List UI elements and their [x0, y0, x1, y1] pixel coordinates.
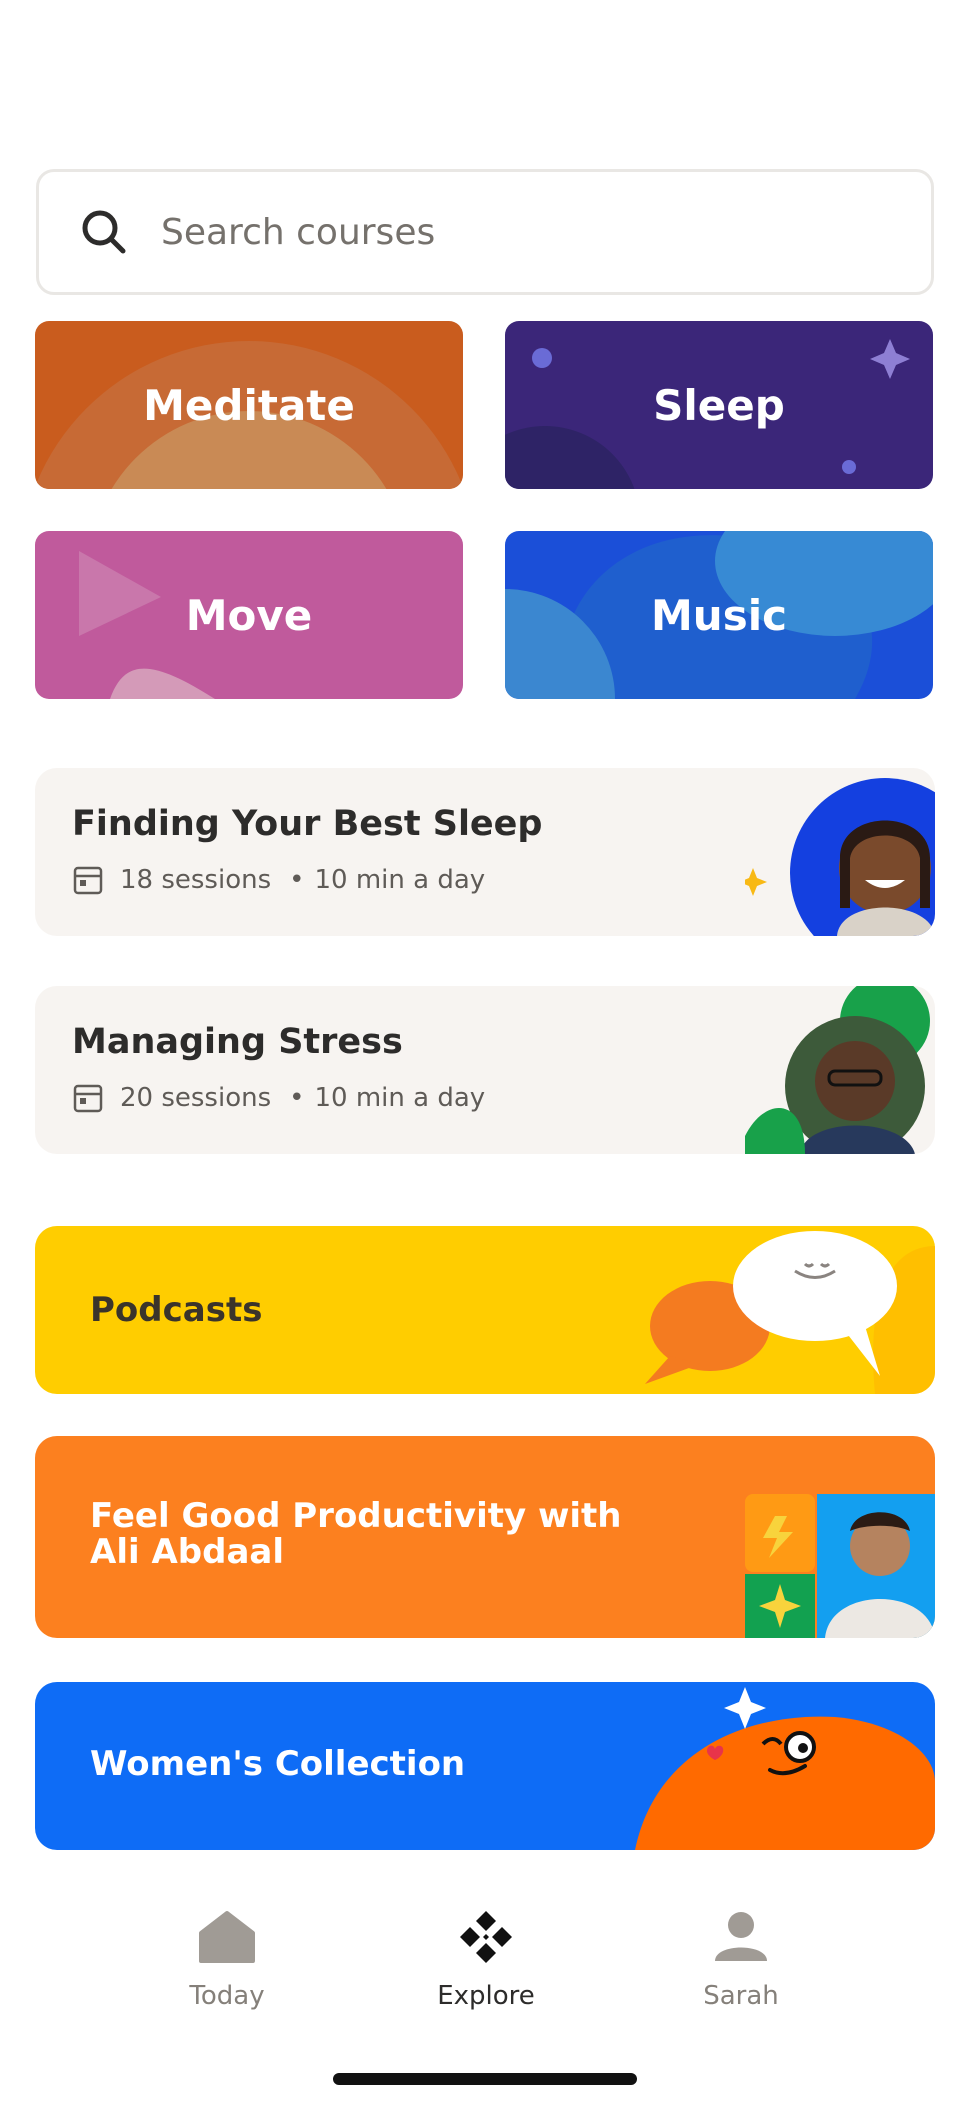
tab-label: Sarah: [703, 1981, 779, 2011]
category-tile-meditate[interactable]: Meditate: [35, 321, 463, 489]
banner-label: Women's Collection: [90, 1744, 466, 1784]
category-tile-move[interactable]: Move: [35, 531, 463, 699]
calendar-icon: [73, 1084, 103, 1113]
search-input[interactable]: [161, 211, 861, 253]
category-label: Sleep: [653, 380, 785, 430]
course-title: Managing Stress: [72, 1022, 403, 1062]
tab-label: Explore: [437, 1981, 535, 2011]
course-sessions: 20 sessions: [120, 1083, 272, 1113]
course-meta: 18 sessions • 10 min a day: [72, 864, 485, 896]
womens-collection-character-art: [635, 1687, 935, 1850]
course-sessions: 18 sessions: [120, 865, 272, 895]
banner-feel-good-productivity[interactable]: Feel Good Productivity with Ali Abdaal: [35, 1436, 935, 1638]
course-duration: 10 min a day: [314, 865, 486, 895]
instructor-portrait: [745, 778, 935, 936]
search-bar[interactable]: [36, 169, 934, 295]
course-card-managing-stress[interactable]: Managing Stress 20 sessions • 10 min a d…: [35, 986, 935, 1154]
calendar-icon: [73, 866, 103, 895]
tab-explore[interactable]: Explore: [386, 1905, 586, 2011]
profile-icon: [715, 1912, 767, 1961]
banner-label: Feel Good Productivity with Ali Abdaal: [90, 1496, 622, 1572]
home-indicator: [333, 2073, 637, 2085]
category-tile-music[interactable]: Music: [505, 531, 933, 699]
course-duration: 10 min a day: [314, 1083, 486, 1113]
home-icon: [199, 1911, 255, 1963]
category-tile-sleep[interactable]: Sleep: [505, 321, 933, 489]
course-title: Finding Your Best Sleep: [72, 804, 543, 844]
instructor-portrait: [745, 986, 930, 1154]
category-label: Meditate: [143, 380, 355, 430]
podcast-bubbles-art: [645, 1231, 935, 1394]
meta-separator: •: [289, 1083, 305, 1113]
category-label: Move: [185, 590, 313, 640]
tab-label: Today: [189, 1981, 265, 2011]
meta-separator: •: [289, 865, 305, 895]
category-label: Music: [651, 590, 787, 640]
course-card-finding-your-best-sleep[interactable]: Finding Your Best Sleep 18 sessions • 10…: [35, 768, 935, 936]
banner-label: Podcasts: [90, 1290, 263, 1330]
bottom-tab-bar: Today Explore Sarah: [0, 1905, 970, 2035]
course-meta: 20 sessions • 10 min a day: [72, 1082, 485, 1114]
banner-womens-collection[interactable]: Women's Collection: [35, 1682, 935, 1850]
tab-today[interactable]: Today: [127, 1905, 327, 2011]
explore-icon: [460, 1911, 512, 1963]
tab-profile[interactable]: Sarah: [641, 1905, 841, 2011]
banner-podcasts[interactable]: Podcasts: [35, 1226, 935, 1394]
search-icon: [82, 210, 126, 254]
productivity-host-art: [745, 1494, 935, 1638]
